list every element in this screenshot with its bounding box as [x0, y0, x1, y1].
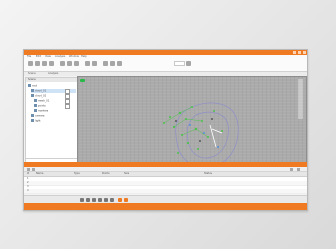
ribbon-apply-icon[interactable]	[186, 61, 191, 66]
first-frame-icon[interactable]	[80, 198, 84, 202]
viewport-side-toolbar	[298, 79, 303, 119]
table-cell: 4	[27, 189, 29, 192]
playback-toolbar	[24, 195, 307, 203]
data-table: # Name Type Points Size Status 1 2 3 4	[24, 172, 307, 194]
tree-item-label: light	[35, 119, 41, 123]
light-icon	[31, 119, 34, 122]
tree-item-label: root	[32, 84, 38, 88]
scene-tree-header: Scene	[26, 78, 77, 82]
green-link-lines	[163, 106, 209, 138]
viewport-status-indicator	[80, 79, 85, 82]
tree-item-label: cloud_01	[35, 89, 47, 93]
column-header[interactable]: Size	[124, 172, 129, 176]
tree-item-label: markers	[38, 109, 49, 113]
grid-icon[interactable]	[117, 61, 122, 66]
camera-icon	[31, 114, 34, 117]
column-header[interactable]: Status	[204, 172, 212, 176]
loop-icon[interactable]	[124, 198, 128, 202]
point-cloud-icon	[31, 89, 34, 92]
measure-icon[interactable]	[92, 61, 97, 66]
redo-icon[interactable]	[49, 61, 54, 66]
mesh-icon	[34, 99, 37, 102]
app-window: File Edit View Analysis Window Help Scen…	[23, 49, 308, 211]
minimize-button[interactable]	[293, 51, 296, 54]
column-header[interactable]: #	[27, 172, 29, 176]
blue-markers	[189, 124, 219, 148]
point-cloud-icon	[31, 94, 34, 97]
points-icon	[34, 104, 37, 107]
filter-icon[interactable]	[103, 61, 108, 66]
pause-icon[interactable]	[98, 198, 102, 202]
tree-item[interactable]: root	[28, 84, 76, 88]
tree-item[interactable]: camera	[31, 114, 76, 118]
tree-item[interactable]: light	[31, 119, 76, 123]
record-icon[interactable]	[118, 198, 122, 202]
tab-analysis[interactable]: Analysis	[48, 72, 58, 76]
close-button[interactable]	[303, 51, 306, 54]
maximize-button[interactable]	[298, 51, 301, 54]
visibility-checkbox[interactable]	[65, 104, 70, 109]
tab-scene[interactable]: Scene	[28, 72, 36, 76]
prev-frame-icon[interactable]	[86, 198, 90, 202]
column-header[interactable]: Type	[74, 172, 80, 176]
tree-item-label: mesh_01	[38, 99, 50, 103]
play-icon[interactable]	[92, 198, 96, 202]
tree-item-label: cloud_02	[35, 94, 47, 98]
scale-icon[interactable]	[74, 61, 79, 66]
scan-outline	[175, 102, 239, 169]
undo-icon[interactable]	[42, 61, 47, 66]
column-header[interactable]: Name	[36, 172, 43, 176]
rotate-icon[interactable]	[67, 61, 72, 66]
marker-icon	[34, 109, 37, 112]
ribbon-value-field[interactable]	[174, 61, 185, 66]
settings-icon[interactable]	[297, 167, 300, 171]
ribbon-toolbar	[24, 59, 307, 72]
column-header[interactable]: Points	[102, 172, 110, 176]
export-icon[interactable]	[290, 167, 293, 171]
select-icon[interactable]	[85, 61, 90, 66]
scene-tree-panel: Scene root cloud_01 cloud_02 mesh_01 poi…	[25, 77, 78, 159]
next-frame-icon[interactable]	[104, 198, 108, 202]
delete-row-icon[interactable]	[32, 167, 35, 171]
save-icon[interactable]	[35, 61, 40, 66]
status-bar	[24, 203, 307, 210]
table-row[interactable]: 4	[24, 189, 307, 194]
tree-item-label: camera	[35, 114, 45, 118]
last-frame-icon[interactable]	[110, 198, 114, 202]
tree-item[interactable]: markers	[34, 109, 76, 113]
white-axis-tripod	[209, 124, 223, 148]
add-row-icon[interactable]	[27, 167, 30, 171]
open-icon[interactable]	[28, 61, 33, 66]
folder-icon	[28, 84, 31, 87]
move-icon[interactable]	[60, 61, 65, 66]
tree-item-label: points	[38, 104, 46, 108]
view-icon[interactable]	[110, 61, 115, 66]
